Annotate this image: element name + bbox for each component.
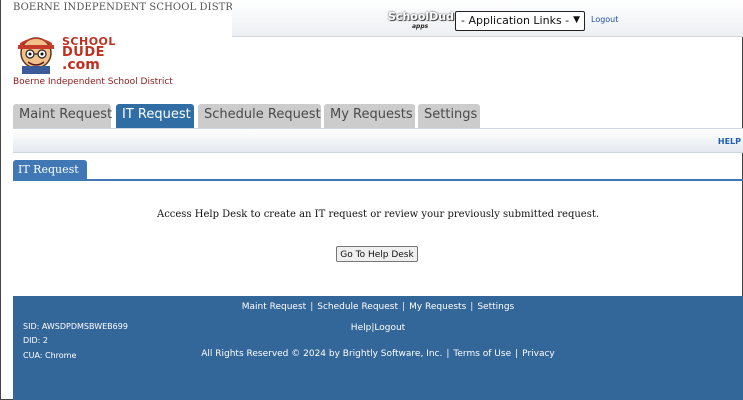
footer-nav: Maint Request | Schedule Request | My Reques… — [13, 302, 743, 312]
schooldude-logo[interactable]: SCHOOL DUDE .com — [14, 33, 154, 75]
tab-maint-request[interactable]: Maint Request — [13, 104, 112, 128]
application-links-value: - Application Links - — [461, 14, 570, 27]
apps-brand-text: SchoolDude — [388, 10, 462, 23]
tab-my-requests[interactable]: My Requests — [324, 104, 415, 128]
logo-com-text: .com — [62, 57, 100, 73]
subtab-divider — [13, 179, 743, 181]
footer-link-settings[interactable]: Settings — [477, 302, 514, 312]
tab-settings[interactable]: Settings — [418, 104, 480, 128]
district-name: Boerne Independent School District — [13, 77, 173, 87]
footer-link-logout[interactable]: Logout — [374, 323, 405, 333]
district-header-text: BOERNE INDEPENDENT SCHOOL DISTRICT — [13, 2, 252, 13]
footer-separator: | — [470, 302, 474, 312]
help-link[interactable]: HELP — [718, 137, 741, 146]
footer-separator: | — [310, 302, 314, 312]
cua-text: CUA: Chrome — [23, 351, 77, 360]
did-text: DID: 2 — [23, 336, 49, 345]
footer-separator: | — [515, 349, 519, 359]
footer-link-maint-request[interactable]: Maint Request — [242, 302, 306, 312]
subtab-it-request[interactable]: IT Request — [13, 160, 87, 179]
apps-sub-text: apps — [412, 23, 429, 30]
copyright-text: All Rights Reserved © 2024 by Brightly S… — [201, 349, 443, 359]
footer: Maint Request | Schedule Request | My Reques… — [13, 296, 743, 400]
footer-link-help[interactable]: Help — [351, 323, 372, 333]
terms-of-use-link[interactable]: Terms of Use — [453, 349, 511, 359]
go-to-help-desk-button[interactable]: Go To Help Desk — [336, 246, 418, 262]
chevron-down-icon: ▼ — [573, 15, 580, 25]
help-bar: HELP — [13, 128, 743, 153]
footer-separator: | — [446, 349, 450, 359]
footer-separator: | — [402, 302, 406, 312]
sid-text: SID: AWSDPDMSBWEB699 — [23, 322, 128, 331]
privacy-link[interactable]: Privacy — [522, 349, 555, 359]
application-links-select[interactable]: - Application Links - ▼ — [455, 11, 585, 31]
tab-it-request[interactable]: IT Request — [116, 104, 194, 128]
footer-link-my-requests[interactable]: My Requests — [409, 302, 466, 312]
logout-link-top[interactable]: Logout — [591, 15, 618, 24]
footer-link-schedule-request[interactable]: Schedule Request — [317, 302, 398, 312]
help-desk-message: Access Help Desk to create an IT request… — [156, 209, 600, 220]
tab-schedule-request[interactable]: Schedule Request — [198, 104, 321, 128]
schooldude-apps-logo[interactable]: SchoolDude apps — [388, 10, 462, 30]
footer-copyright-row: All Rights Reserved © 2024 by Brightly S… — [13, 349, 743, 359]
